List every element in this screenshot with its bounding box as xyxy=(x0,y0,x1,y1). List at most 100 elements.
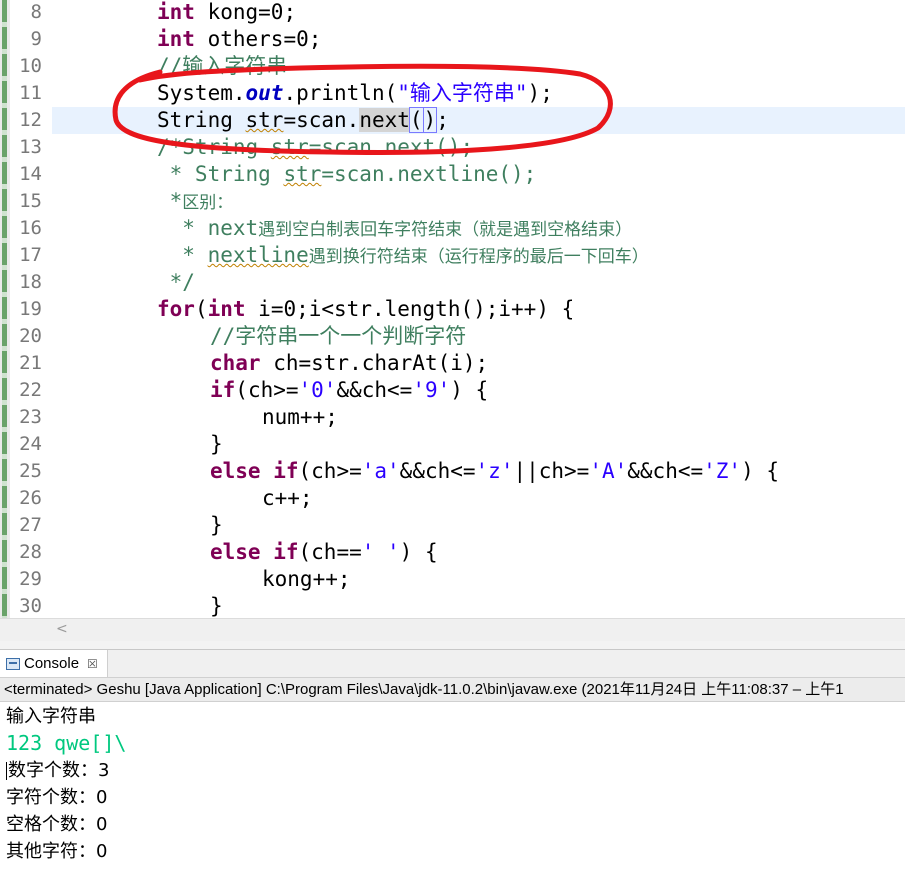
line-number: 24 xyxy=(19,433,42,455)
code-text: &&ch<= xyxy=(336,378,413,402)
horizontal-scrollbar[interactable]: < xyxy=(50,618,905,641)
comment: */ xyxy=(157,270,195,294)
code-line[interactable]: kong++; xyxy=(52,566,905,593)
code-text: kong++; xyxy=(262,567,351,591)
code-line[interactable]: for(int i=0;i<str.length();i++) { xyxy=(52,296,905,323)
code-line[interactable]: */ xyxy=(52,269,905,296)
matched-bracket: ( xyxy=(408,107,424,133)
line-number: 29 xyxy=(19,568,42,590)
line-number: 10 xyxy=(19,55,42,77)
code-text: ( xyxy=(194,297,208,321)
code-text: kong=0; xyxy=(194,0,297,24)
keyword: if xyxy=(210,378,236,402)
comment: str xyxy=(270,135,309,159)
scrollbar-corner xyxy=(0,618,50,641)
code-text: System. xyxy=(157,81,246,105)
string-literal: 'A' xyxy=(589,459,628,483)
code-line[interactable]: *区别： xyxy=(52,188,905,215)
code-line[interactable]: char ch=str.charAt(i); xyxy=(52,350,905,377)
line-number: 30 xyxy=(19,595,42,617)
code-text: ) { xyxy=(741,459,779,483)
console-icon xyxy=(6,657,20,670)
string-literal: ' ' xyxy=(361,540,400,564)
code-line[interactable]: System.out.println("输入字符串"); xyxy=(52,80,905,107)
code-line[interactable]: /*String str=scan.next(); xyxy=(52,134,905,161)
keyword: if xyxy=(260,540,299,564)
code-line[interactable]: int others=0; xyxy=(52,26,905,53)
code-line[interactable]: c++; xyxy=(52,485,905,512)
line-number: 19 xyxy=(19,298,42,320)
code-text: (ch>= xyxy=(298,459,362,483)
highlighted-method: next xyxy=(359,108,410,132)
code-text: ||ch>= xyxy=(513,459,590,483)
code-text: } xyxy=(210,432,223,456)
string-literal: '0' xyxy=(298,378,337,402)
line-number: 22 xyxy=(19,379,42,401)
code-line[interactable]: * nextline遇到换行符结束（运行程序的最后一下回车） xyxy=(52,242,905,269)
comment: * next xyxy=(157,216,259,240)
code-line[interactable]: * next遇到空白制表回车字符结束（就是遇到空格结束） xyxy=(52,215,905,242)
comment: =scan.nextline(); xyxy=(321,162,537,186)
warning-variable: str xyxy=(245,108,284,132)
string-literal: '9' xyxy=(412,378,451,402)
code-text: ch=str.charAt(i); xyxy=(260,351,489,375)
console-output-line: 空格个数：0 xyxy=(6,814,108,835)
matched-bracket: ) xyxy=(422,107,438,133)
code-line[interactable]: else if(ch==' ') { xyxy=(52,539,905,566)
keyword: else xyxy=(210,459,261,483)
console-output-line: 输入字符串 xyxy=(6,706,96,727)
code-editor[interactable]: 8 9 10 11 12 13 14 15 16 17 18 19 20 21 … xyxy=(0,0,905,618)
code-text: num++; xyxy=(262,405,338,429)
code-line[interactable]: } xyxy=(52,512,905,539)
static-field: out xyxy=(245,81,284,105)
code-text: ); xyxy=(527,81,553,105)
console-input-line: 123 qwe[]\ xyxy=(6,731,127,755)
current-code-line[interactable]: String str=scan.next(); xyxy=(52,107,905,134)
comment: str xyxy=(283,162,322,186)
console-output[interactable]: 输入字符串 123 qwe[]\ 数字个数：3 字符个数：0 空格个数：0 其他… xyxy=(0,703,905,865)
tab-console[interactable]: Console ☒ xyxy=(0,650,108,677)
keyword: int xyxy=(157,0,195,24)
comment: //输入字符串 xyxy=(157,54,288,78)
code-text: ; xyxy=(436,108,449,132)
comment: * xyxy=(157,189,183,213)
string-literal: 'Z' xyxy=(703,459,742,483)
code-line[interactable]: if(ch>='0'&&ch<='9') { xyxy=(52,377,905,404)
comment: nextline xyxy=(207,243,309,267)
line-number: 12 xyxy=(19,109,42,131)
console-output-line: 其他字符：0 xyxy=(6,841,108,862)
line-number: 13 xyxy=(19,136,42,158)
line-number: 16 xyxy=(19,217,42,239)
line-number: 26 xyxy=(19,487,42,509)
close-icon[interactable]: ☒ xyxy=(87,657,98,671)
console-view[interactable]: Console ☒ <terminated> Geshu [Java Appli… xyxy=(0,649,905,872)
overview-ruler xyxy=(0,0,10,618)
code-line[interactable]: } xyxy=(52,431,905,458)
code-text: } xyxy=(210,513,223,537)
code-line[interactable]: //输入字符串 xyxy=(52,53,905,80)
code-text: .println( xyxy=(283,81,398,105)
line-number: 15 xyxy=(19,190,42,212)
comment: /*String xyxy=(157,135,271,159)
code-text: ) { xyxy=(399,540,438,564)
code-line[interactable]: else if(ch>='a'&&ch<='z'||ch>='A'&&ch<='… xyxy=(52,458,905,485)
panel-divider[interactable] xyxy=(0,641,905,649)
code-line[interactable]: num++; xyxy=(52,404,905,431)
line-number: 9 xyxy=(30,28,42,50)
line-number: 11 xyxy=(19,82,42,104)
tab-console-label: Console xyxy=(24,655,80,672)
code-text: String xyxy=(157,108,246,132)
scroll-left-icon[interactable]: < xyxy=(56,621,68,637)
code-text: others=0; xyxy=(194,27,322,51)
console-output-line: 数字个数：3 xyxy=(0,757,905,784)
line-number: 28 xyxy=(19,541,42,563)
comment: 遇到空白制表回车字符结束（就是遇到空格结束） xyxy=(258,220,633,240)
comment: =scan.next(); xyxy=(308,135,474,159)
code-line[interactable]: //字符串一个一个判断字符 xyxy=(52,323,905,350)
keyword: int xyxy=(207,297,246,321)
code-line[interactable]: * String str=scan.nextline(); xyxy=(52,161,905,188)
keyword: for xyxy=(157,297,195,321)
code-line[interactable]: } xyxy=(52,593,905,618)
code-line[interactable]: int kong=0; xyxy=(52,0,905,26)
line-number: 27 xyxy=(19,514,42,536)
